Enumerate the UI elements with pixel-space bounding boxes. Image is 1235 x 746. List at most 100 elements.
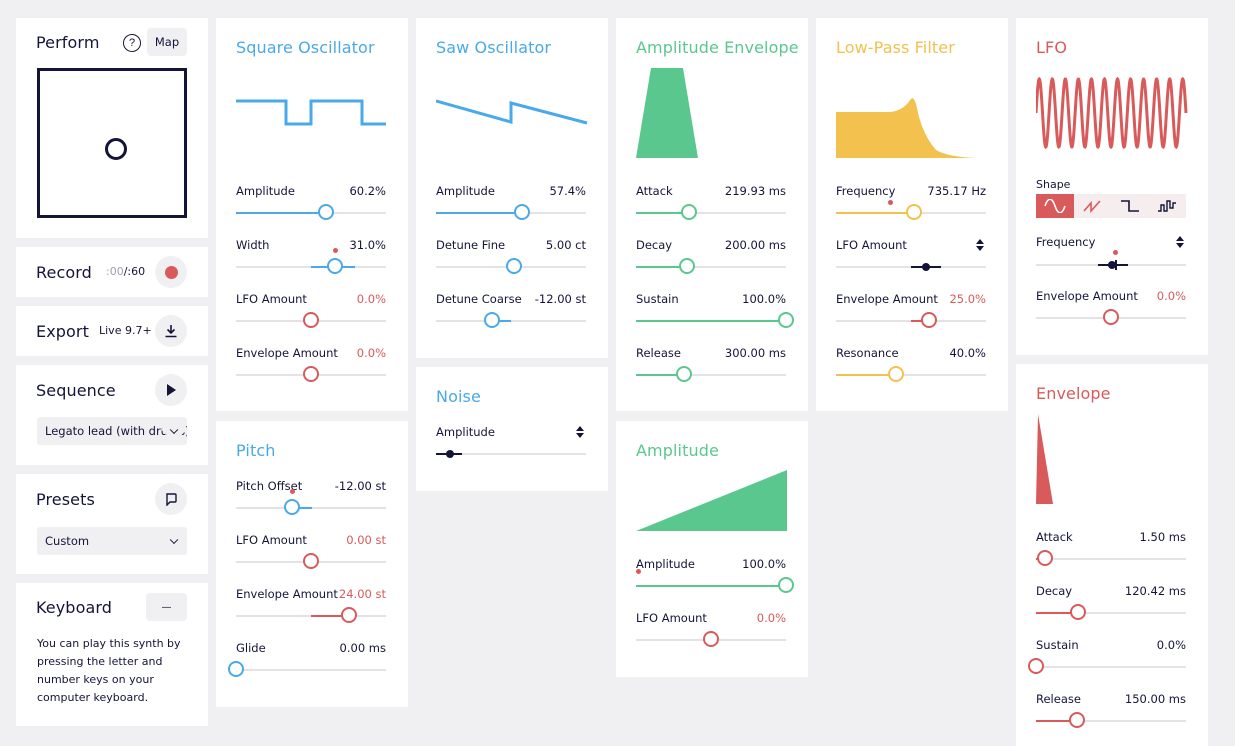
up-down-icon[interactable] (576, 426, 584, 438)
frequency-slider[interactable] (836, 200, 986, 222)
frequency-mod-track[interactable] (1036, 260, 1186, 270)
shape-saw-button[interactable] (1074, 194, 1111, 218)
sequence-select[interactable]: Legato lead (with drums) (37, 417, 187, 445)
slider-knob[interactable] (483, 312, 500, 328)
attack-label: Attack (636, 184, 673, 198)
square-wave-visual (236, 99, 386, 126)
shape-square-button[interactable] (1111, 194, 1148, 218)
lfo-amount-slider[interactable] (236, 312, 386, 330)
slider-knob[interactable] (327, 258, 343, 274)
slider-knob[interactable] (303, 312, 319, 328)
shape-label: Shape (1036, 178, 1071, 191)
square-oscillator-panel: Square Oscillator Amplitude 60.2% Width … (216, 18, 408, 411)
up-down-icon[interactable] (976, 239, 984, 251)
lfo-amount-slider[interactable] (236, 553, 386, 571)
amplitude-slider[interactable] (436, 204, 586, 222)
slider-knob[interactable] (318, 204, 334, 220)
decay-slider[interactable] (636, 258, 786, 276)
envelope-amount-label: Envelope Amount (1036, 289, 1138, 303)
presets-title: Presets (36, 490, 95, 509)
help-icon[interactable]: ? (123, 34, 141, 52)
square-oscillator-title: Square Oscillator (236, 38, 375, 57)
slider-knob[interactable] (778, 312, 794, 328)
detune-coarse-slider[interactable] (436, 312, 586, 330)
preset-save-icon (166, 493, 177, 506)
lfo-amount-slider[interactable] (636, 631, 786, 649)
amplitude-label: Amplitude (236, 184, 295, 198)
slider-knob[interactable] (1070, 604, 1086, 620)
slider-knob[interactable] (1068, 712, 1085, 728)
sustain-slider[interactable] (636, 312, 794, 330)
envelope-amount-slider[interactable] (236, 366, 386, 384)
up-down-icon[interactable] (1176, 236, 1184, 248)
pitch-offset-slider[interactable] (236, 489, 386, 517)
presets-select-value: Custom (45, 534, 90, 548)
shape-sine-button[interactable] (1036, 194, 1074, 218)
frequency-value: 735.17 Hz (927, 184, 986, 198)
slider-knob[interactable] (676, 366, 692, 382)
amplitude-slider[interactable] (236, 204, 386, 222)
envelope-amount-slider[interactable] (1036, 309, 1186, 327)
mod-knob[interactable] (446, 450, 454, 458)
slider-knob[interactable] (679, 258, 695, 274)
slider-knob[interactable] (1037, 550, 1053, 566)
envelope-amount-slider[interactable] (236, 607, 386, 625)
slider-knob[interactable] (888, 366, 904, 382)
sustain-label: Sustain (1036, 638, 1079, 652)
modulation-indicator (289, 489, 295, 494)
play-button[interactable] (155, 374, 187, 406)
detune-coarse-label: Detune Coarse (436, 292, 522, 306)
slider-knob[interactable] (283, 499, 300, 515)
attack-slider[interactable] (1036, 550, 1186, 568)
xy-pad-cursor[interactable] (105, 138, 127, 160)
envelope-amount-slider[interactable] (836, 312, 986, 330)
slider-knob[interactable] (1103, 309, 1119, 325)
amplitude-envelope-title: Amplitude Envelope (636, 38, 799, 57)
slider-knob[interactable] (1028, 658, 1044, 674)
width-slider[interactable] (236, 248, 386, 276)
keyboard-toggle-button[interactable]: — (146, 593, 187, 621)
play-icon (167, 384, 176, 396)
mod-knob[interactable] (922, 263, 930, 271)
glide-slider[interactable] (228, 661, 386, 679)
lfo-amount-mod-track[interactable] (836, 263, 986, 271)
slider-track (236, 669, 386, 671)
saw-wave-icon (1082, 200, 1101, 213)
slider-knob[interactable] (228, 661, 244, 677)
preset-save-button[interactable] (155, 483, 187, 515)
attack-slider[interactable] (636, 204, 786, 222)
saw-oscillator-title: Saw Oscillator (436, 38, 552, 57)
sustain-slider[interactable] (1028, 658, 1186, 676)
amplitude-label: Amplitude (636, 557, 695, 571)
resonance-slider[interactable] (836, 366, 986, 384)
amplitude-slider[interactable] (636, 569, 794, 595)
xy-pad[interactable] (37, 68, 187, 218)
slider-knob[interactable] (340, 607, 357, 623)
release-slider[interactable] (636, 366, 786, 384)
record-button[interactable] (155, 256, 187, 288)
presets-select[interactable]: Custom (37, 527, 187, 555)
slider-knob[interactable] (703, 631, 719, 647)
envelope-panel: Envelope Attack 1.50 ms Decay 120.42 ms … (1016, 364, 1208, 746)
map-button[interactable]: Map (147, 28, 187, 56)
slider-knob[interactable] (680, 204, 697, 220)
envelope-amount-label: Envelope Amount (836, 292, 938, 306)
release-slider[interactable] (1036, 712, 1186, 730)
detune-fine-slider[interactable] (436, 258, 586, 276)
envelope-amount-label: Envelope Amount (236, 346, 338, 360)
slider-knob[interactable] (513, 204, 530, 220)
slider-knob[interactable] (303, 366, 319, 382)
shape-random-button[interactable] (1148, 194, 1186, 218)
record-icon (164, 265, 178, 279)
glide-value: 0.00 ms (339, 641, 386, 655)
slider-knob[interactable] (906, 204, 922, 220)
slider-knob[interactable] (303, 553, 319, 569)
width-value: 31.0% (349, 238, 386, 252)
amplitude-mod-track[interactable] (436, 450, 586, 458)
export-button[interactable] (155, 315, 187, 347)
slider-knob[interactable] (778, 577, 794, 593)
slider-knob[interactable] (921, 312, 937, 328)
decay-slider[interactable] (1036, 604, 1186, 622)
slider-knob[interactable] (506, 258, 522, 274)
mod-tick (1115, 260, 1117, 270)
